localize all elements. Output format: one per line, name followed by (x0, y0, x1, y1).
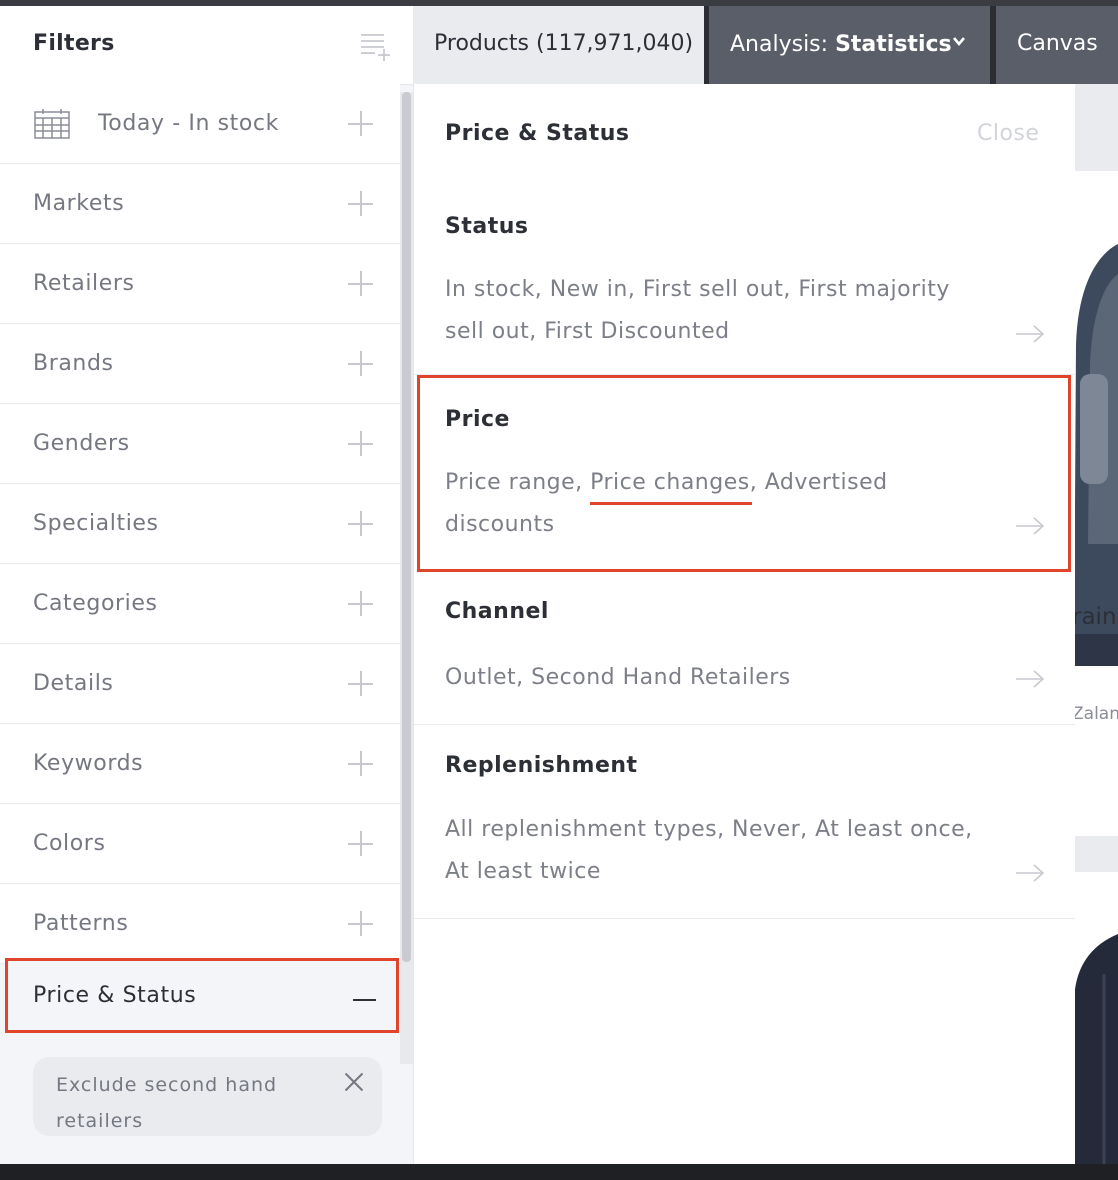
tab-analysis-label: Analysis: Statistics (730, 32, 952, 57)
section-title: Status (445, 214, 529, 239)
bottom-bar (0, 1164, 1118, 1180)
plus-icon[interactable] (348, 271, 373, 296)
product-grid-background: raine Zalan (1072, 84, 1118, 1164)
panel-title: Price & Status (445, 121, 630, 146)
arrow-right-icon[interactable] (1016, 670, 1044, 688)
tab-canvas-label: Canvas (1017, 31, 1098, 56)
filter-item-label: Brands (33, 351, 114, 376)
chip-label: Exclude second hand retailers (56, 1074, 278, 1132)
filters-list: Today - In stock Markets Retailers Brand… (0, 84, 400, 964)
filters-header: Filters (0, 6, 413, 85)
filter-item-details[interactable]: Details (0, 644, 400, 724)
section-channel[interactable]: Channel Outlet, Second Hand Retailers (414, 569, 1075, 725)
section-title: Replenishment (445, 753, 638, 778)
filter-item-label: Keywords (33, 751, 144, 776)
product-retailer-fragment: Zalan (1072, 704, 1118, 724)
section-status[interactable]: Status In stock, New in, First sell out,… (414, 184, 1075, 375)
grid-divider-strip (1074, 836, 1118, 872)
plus-icon[interactable] (348, 351, 373, 376)
filters-sidebar: Filters Today - In stock Markets Retaile… (0, 6, 413, 1164)
filter-item-colors[interactable]: Colors (0, 804, 400, 884)
price-section-highlight-box (417, 375, 1071, 572)
calendar-icon (34, 109, 70, 139)
filter-item-brands[interactable]: Brands (0, 324, 400, 404)
filter-item-label: Colors (33, 831, 106, 856)
filter-item-date[interactable]: Today - In stock (0, 84, 400, 164)
filter-item-label: Price & Status (33, 983, 197, 1008)
filter-item-label: Specialties (33, 511, 159, 536)
filter-item-keywords[interactable]: Keywords (0, 724, 400, 804)
tab-products-label: Products (117,971,040) (434, 31, 694, 56)
tab-analysis-dropdown[interactable]: Analysis: Statistics (709, 6, 990, 84)
grid-header-strip (1074, 84, 1118, 171)
filter-item-retailers[interactable]: Retailers (0, 244, 400, 324)
filter-item-label: Today - In stock (98, 111, 279, 136)
plus-icon[interactable] (348, 191, 373, 216)
filter-item-categories[interactable]: Categories (0, 564, 400, 644)
add-filter-list-icon[interactable] (358, 30, 392, 62)
active-filter-chip[interactable]: Exclude second hand retailers (33, 1057, 382, 1136)
section-title: Channel (445, 599, 549, 624)
filters-title: Filters (33, 31, 115, 56)
filter-item-label: Genders (33, 431, 130, 456)
plus-icon[interactable] (348, 911, 373, 936)
scrollbar-thumb[interactable] (402, 92, 411, 962)
filter-item-label: Categories (33, 591, 158, 616)
tab-products[interactable]: Products (117,971,040) (413, 6, 704, 84)
filter-item-label: Retailers (33, 271, 135, 296)
arrow-right-icon[interactable] (1016, 325, 1044, 343)
plus-icon[interactable] (348, 431, 373, 456)
plus-icon[interactable] (348, 831, 373, 856)
filter-item-price-status[interactable]: Price & Status (5, 958, 399, 1033)
section-description: All replenishment types, Never, At least… (445, 817, 973, 884)
plus-icon[interactable] (348, 591, 373, 616)
filter-item-patterns[interactable]: Patterns (0, 884, 400, 964)
product-name-fragment: raine (1072, 604, 1118, 630)
filter-item-specialties[interactable]: Specialties (0, 484, 400, 564)
sidebar-scrollbar[interactable] (400, 92, 413, 1064)
price-status-panel: Price & Status Close Status In stock, Ne… (413, 84, 1075, 1164)
plus-icon[interactable] (348, 511, 373, 536)
arrow-right-icon[interactable] (1016, 864, 1044, 882)
chevron-down-icon (953, 37, 965, 47)
section-description: In stock, New in, First sell out, First … (445, 277, 950, 344)
filter-item-label: Patterns (33, 911, 129, 936)
filter-item-label: Markets (33, 191, 125, 216)
close-button[interactable]: Close (977, 121, 1039, 146)
product-image-shoe[interactable] (1074, 214, 1118, 666)
plus-icon[interactable] (348, 751, 373, 776)
filter-item-genders[interactable]: Genders (0, 404, 400, 484)
plus-icon[interactable] (348, 111, 373, 136)
product-image-jacket[interactable] (1074, 934, 1118, 1164)
filter-item-label: Details (33, 671, 114, 696)
section-description: Outlet, Second Hand Retailers (445, 665, 791, 690)
plus-icon[interactable] (348, 671, 373, 696)
tab-canvas[interactable]: Canvas (996, 6, 1118, 84)
minus-icon[interactable] (353, 999, 376, 1001)
filter-item-markets[interactable]: Markets (0, 164, 400, 244)
close-icon[interactable] (343, 1071, 365, 1093)
section-replenishment[interactable]: Replenishment All replenishment types, N… (414, 725, 1075, 919)
